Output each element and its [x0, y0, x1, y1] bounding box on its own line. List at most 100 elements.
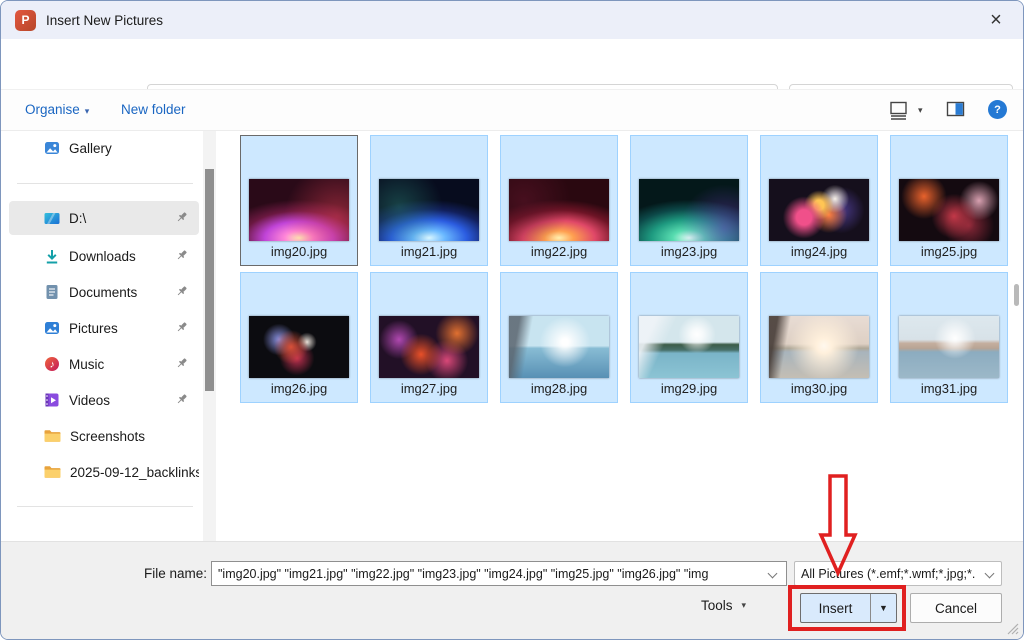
- file-tile-img20[interactable]: img20.jpg: [240, 135, 358, 266]
- pin-icon: [174, 392, 189, 407]
- pictures-icon: [44, 320, 60, 336]
- sidebar-item-label: Pictures: [69, 321, 118, 336]
- sidebar-item-gallery[interactable]: Gallery: [9, 131, 199, 165]
- file-tile-img21[interactable]: img21.jpg: [370, 135, 488, 266]
- thumbnail-img31: [899, 316, 999, 378]
- thumbnail-img23: [639, 179, 739, 241]
- pin-icon: [174, 248, 189, 263]
- insert-split-caret-icon[interactable]: ▼: [871, 603, 896, 613]
- file-name-label: img23.jpg: [631, 244, 747, 259]
- thumbnail-img21: [379, 179, 479, 241]
- thumbnail-img24: [769, 179, 869, 241]
- file-name-label: img29.jpg: [631, 381, 747, 396]
- documents-icon: [44, 284, 60, 300]
- powerpoint-icon: P: [15, 10, 36, 31]
- file-name-label: img30.jpg: [761, 381, 877, 396]
- sidebar-scrollbar-thumb[interactable]: [205, 169, 214, 391]
- sidebar-item-label: Screenshots: [70, 429, 145, 444]
- thumbnail-img30: [769, 316, 869, 378]
- pin-icon: [174, 320, 189, 335]
- command-toolbar: Organise▾ New folder ▾ ?: [1, 89, 1023, 131]
- sidebar-item-documents[interactable]: Documents: [9, 275, 199, 309]
- sidebar-item-label: Downloads: [69, 249, 136, 264]
- sidebar-item-videos[interactable]: Videos: [9, 383, 199, 417]
- insert-button[interactable]: Insert ▼: [800, 593, 897, 623]
- sidebar-item-label: D:\: [69, 211, 86, 226]
- file-name-label: img26.jpg: [241, 381, 357, 396]
- file-name-label: img28.jpg: [501, 381, 617, 396]
- file-tile-img24[interactable]: img24.jpg: [760, 135, 878, 266]
- thumbnail-img29: [639, 316, 739, 378]
- sidebar-item-label: 2025-09-12_backlinks_f: [70, 465, 199, 480]
- file-tile-img28[interactable]: img28.jpg: [500, 272, 618, 403]
- file-tile-img26[interactable]: img26.jpg: [240, 272, 358, 403]
- videos-icon: [44, 392, 60, 408]
- file-name-label: img22.jpg: [501, 244, 617, 259]
- pin-icon: [174, 210, 189, 225]
- sidebar-item-pictures[interactable]: Pictures: [9, 311, 199, 345]
- thumbnail-img25: [899, 179, 999, 241]
- thumbnail-img26: [249, 316, 349, 378]
- sidebar-item-backlinks-folder[interactable]: 2025-09-12_backlinks_f: [9, 455, 199, 489]
- sidebar-separator: [17, 183, 193, 184]
- file-name-input[interactable]: [211, 561, 787, 586]
- navigation-row: ← → ↑ D:\ images: [1, 39, 1023, 89]
- resize-grip-icon[interactable]: [1007, 623, 1019, 635]
- dialog-footer: [1, 541, 1023, 640]
- file-type-value: All Pictures (*.emf;*.wmf;*.jpg;*.: [801, 567, 975, 581]
- main-scrollbar-thumb[interactable]: [1014, 284, 1019, 306]
- file-name-label: img27.jpg: [371, 381, 487, 396]
- file-type-select[interactable]: All Pictures (*.emf;*.wmf;*.jpg;*.: [794, 561, 1002, 586]
- file-tile-img31[interactable]: img31.jpg: [890, 272, 1008, 403]
- preview-pane-icon[interactable]: [946, 101, 965, 118]
- view-mode-caret-icon[interactable]: ▾: [918, 105, 923, 116]
- organise-menu[interactable]: Organise▾: [25, 102, 89, 117]
- dialog-title: Insert New Pictures: [46, 13, 163, 28]
- folder-icon: [44, 429, 61, 443]
- sidebar-item-d-drive[interactable]: D:\: [9, 201, 199, 235]
- thumbnail-img28: [509, 316, 609, 378]
- file-name-label: img20.jpg: [241, 244, 357, 259]
- pin-icon: [174, 356, 189, 371]
- title-bar: P Insert New Pictures ×: [1, 1, 1023, 39]
- folder-icon: [44, 465, 61, 479]
- file-tile-img30[interactable]: img30.jpg: [760, 272, 878, 403]
- sidebar-item-label: Music: [69, 357, 104, 372]
- organise-caret-icon: ▾: [85, 106, 90, 116]
- insert-pictures-dialog: P Insert New Pictures × ← → ↑ D:\ images: [0, 0, 1024, 640]
- file-name-field-label: File name:: [144, 566, 207, 581]
- drive-icon: [44, 212, 60, 225]
- file-name-label: img21.jpg: [371, 244, 487, 259]
- music-icon: ♪: [44, 356, 60, 372]
- thumbnail-img22: [509, 179, 609, 241]
- file-tile-img22[interactable]: img22.jpg: [500, 135, 618, 266]
- sidebar-separator: [17, 506, 193, 507]
- tools-label: Tools: [701, 598, 733, 613]
- insert-button-label: Insert: [801, 601, 870, 616]
- file-tile-img27[interactable]: img27.jpg: [370, 272, 488, 403]
- file-name-label: img24.jpg: [761, 244, 877, 259]
- sidebar-item-screenshots[interactable]: Screenshots: [9, 419, 199, 453]
- new-folder-button[interactable]: New folder: [121, 102, 186, 117]
- help-icon[interactable]: ?: [988, 100, 1007, 119]
- sidebar-item-label: Gallery: [69, 141, 112, 156]
- gallery-icon: [44, 140, 60, 156]
- sidebar-item-music[interactable]: ♪ Music: [9, 347, 199, 381]
- cancel-button[interactable]: Cancel: [910, 593, 1002, 623]
- pin-icon: [174, 284, 189, 299]
- file-tile-img29[interactable]: img29.jpg: [630, 272, 748, 403]
- sidebar-item-downloads[interactable]: Downloads: [9, 239, 199, 273]
- file-name-label: img25.jpg: [891, 244, 1007, 259]
- file-tile-img25[interactable]: img25.jpg: [890, 135, 1008, 266]
- cancel-button-label: Cancel: [935, 601, 977, 616]
- navigation-pane: Gallery D:\ Downloads: [1, 131, 219, 541]
- thumbnail-img27: [379, 316, 479, 378]
- view-mode-icon[interactable]: [889, 101, 908, 120]
- file-name-label: img31.jpg: [891, 381, 1007, 396]
- thumbnail-img20: [249, 179, 349, 241]
- close-icon[interactable]: ×: [979, 4, 1013, 36]
- tools-menu[interactable]: Tools ▾: [701, 598, 746, 613]
- file-tile-img23[interactable]: img23.jpg: [630, 135, 748, 266]
- downloads-icon: [44, 249, 60, 264]
- tools-caret-icon: ▾: [742, 600, 747, 611]
